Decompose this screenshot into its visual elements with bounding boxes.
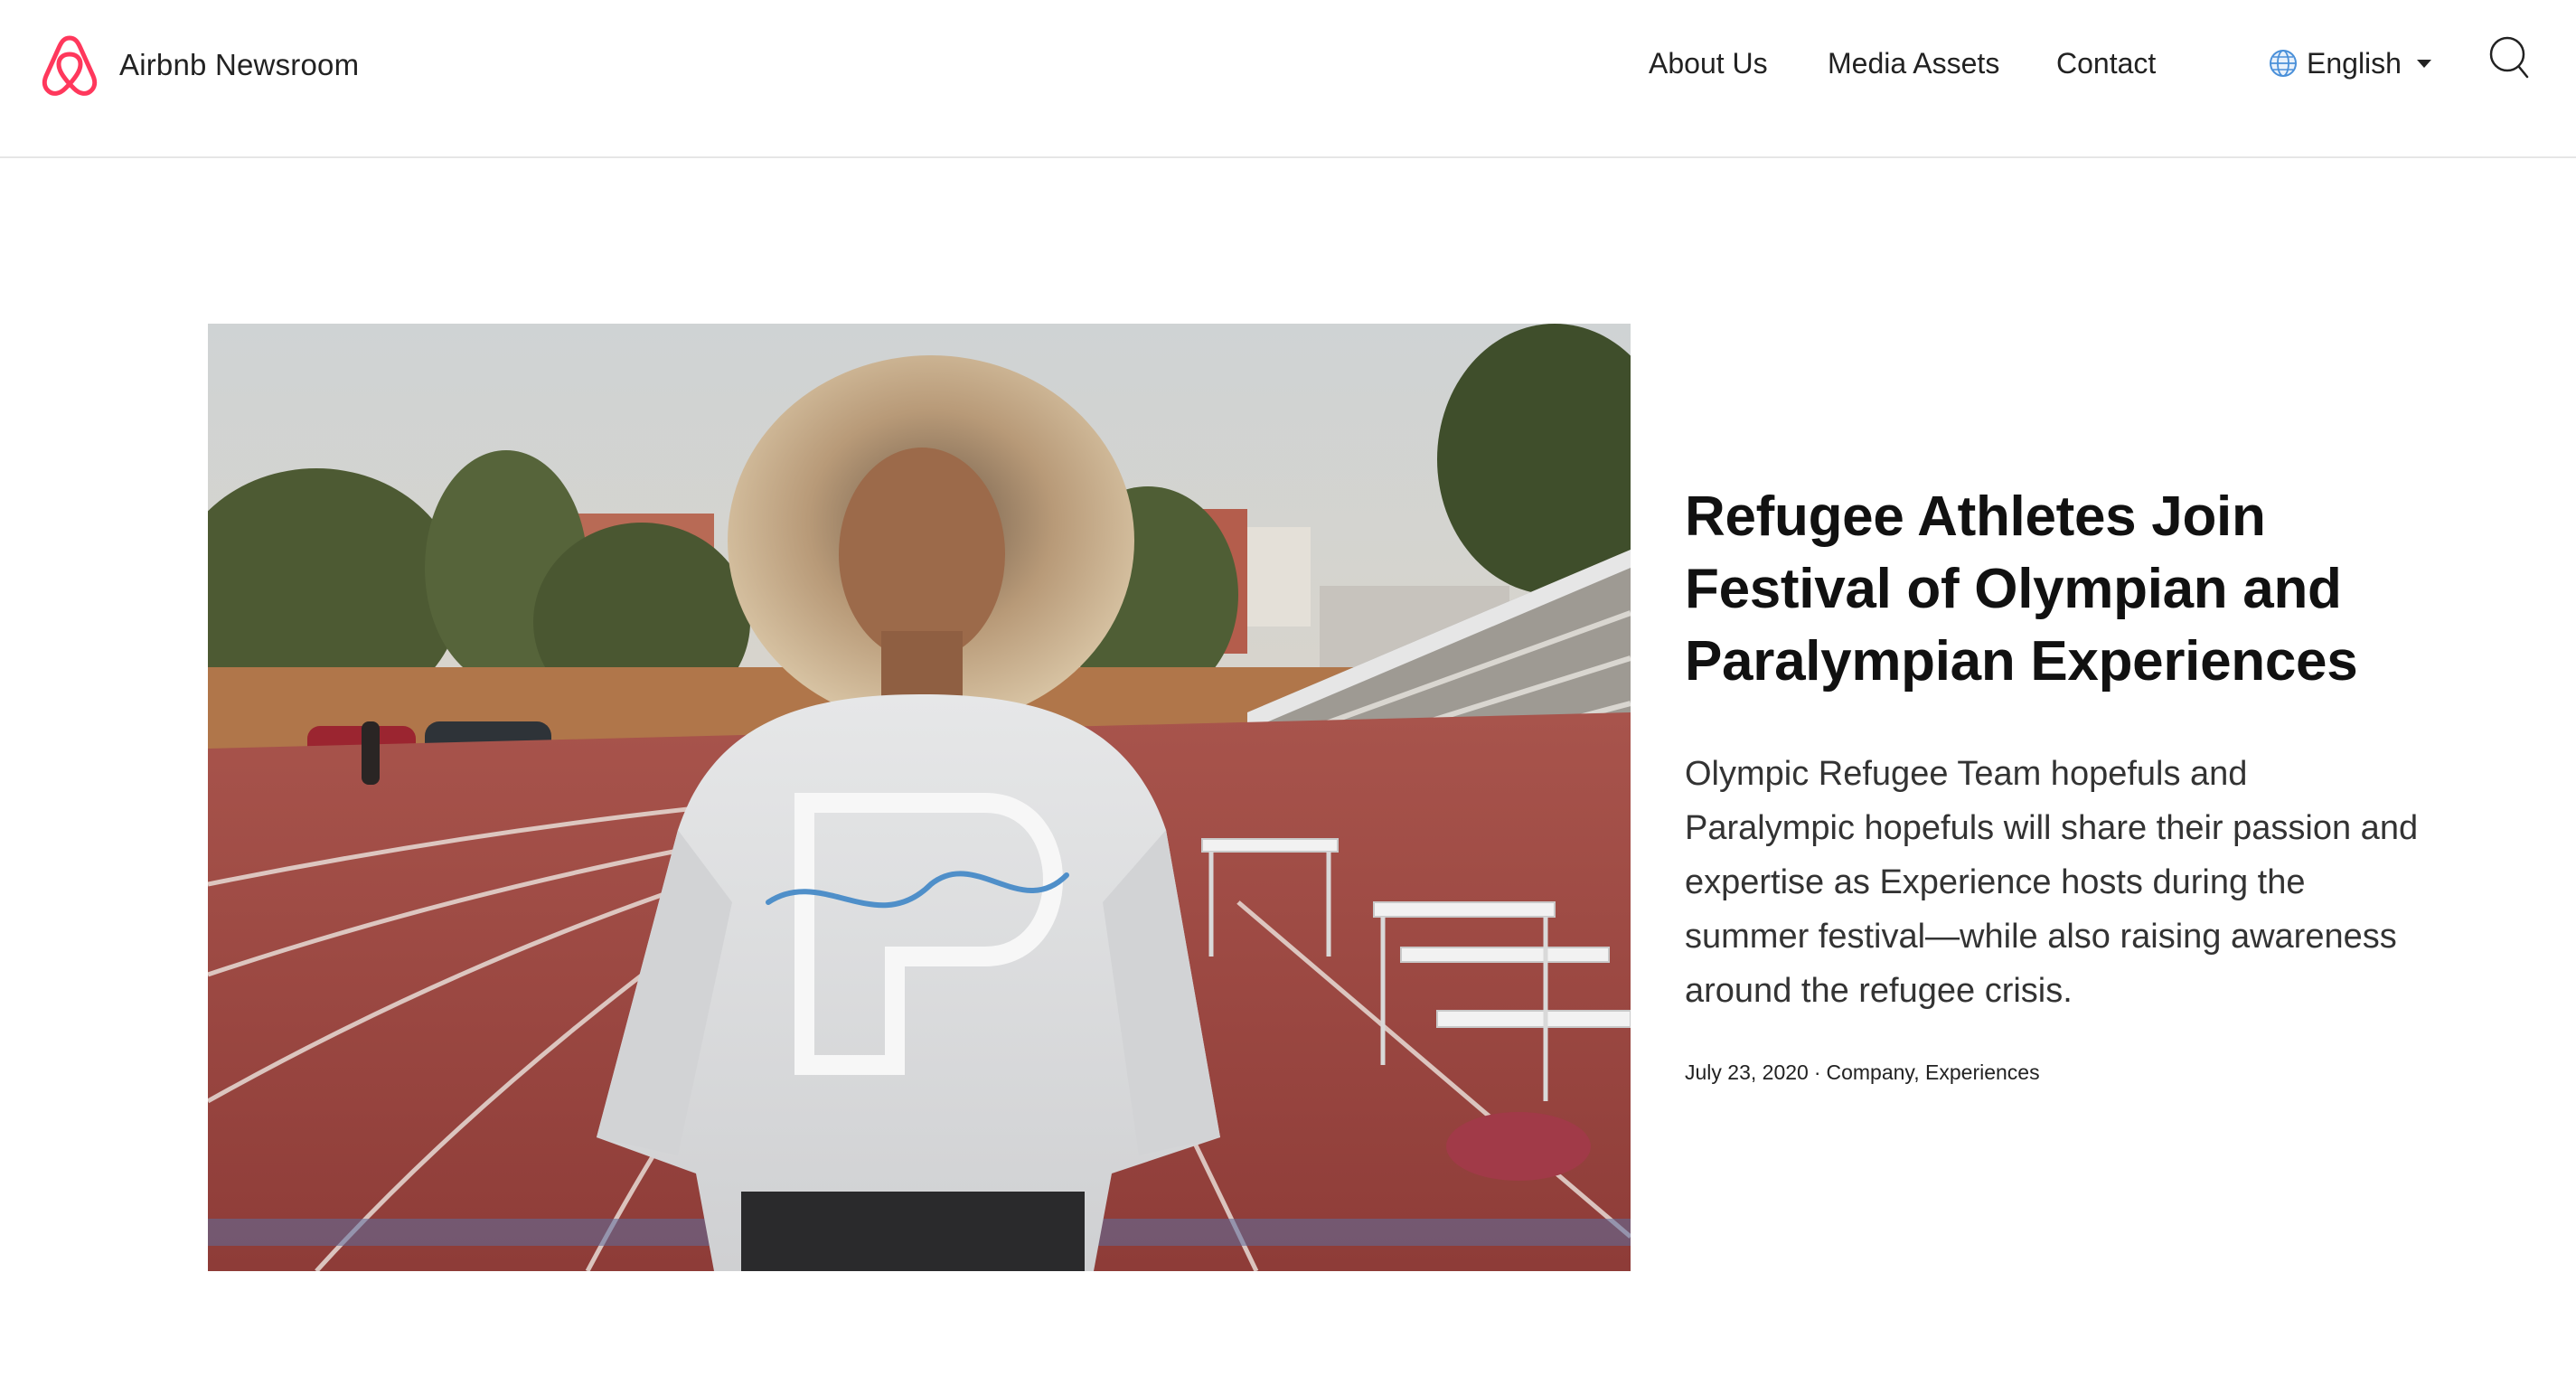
- search-button[interactable]: [2487, 34, 2531, 83]
- article-meta: July 23, 2020 · Company, Experiences: [1685, 1058, 2426, 1087]
- photo-woman-on-running-track: [208, 324, 1631, 1271]
- airbnb-belo-icon: [42, 35, 98, 96]
- featured-article-image[interactable]: [208, 324, 1631, 1271]
- nav-contact[interactable]: Contact: [2056, 43, 2156, 83]
- brand-link[interactable]: Airbnb Newsroom: [40, 33, 359, 98]
- language-selector[interactable]: English: [2269, 43, 2432, 83]
- article-summary: Olympic Refugee Team hopefuls and Paraly…: [1685, 755, 2419, 1010]
- search-icon: [2489, 36, 2529, 79]
- category-separator: ,: [1913, 1060, 1926, 1084]
- nav-about-us[interactable]: About Us: [1649, 43, 1768, 83]
- category-link-company[interactable]: Company: [1827, 1060, 1914, 1084]
- featured-article: Refugee Athletes Join Festival of Olympi…: [1685, 481, 2426, 1087]
- brand-name: Airbnb Newsroom: [119, 48, 360, 81]
- caret-down-icon: [2416, 60, 2431, 68]
- nav-media-assets[interactable]: Media Assets: [1828, 43, 1999, 83]
- language-label: English: [2307, 47, 2402, 80]
- site-header: Airbnb Newsroom About Us Media Assets Co…: [0, 0, 2576, 158]
- article-date: July 23, 2020: [1685, 1060, 1809, 1084]
- article-title[interactable]: Refugee Athletes Join Festival of Olympi…: [1685, 481, 2426, 698]
- globe-icon: [2270, 50, 2297, 77]
- meta-separator: ·: [1813, 1060, 1821, 1084]
- category-link-experiences[interactable]: Experiences: [1925, 1060, 2040, 1084]
